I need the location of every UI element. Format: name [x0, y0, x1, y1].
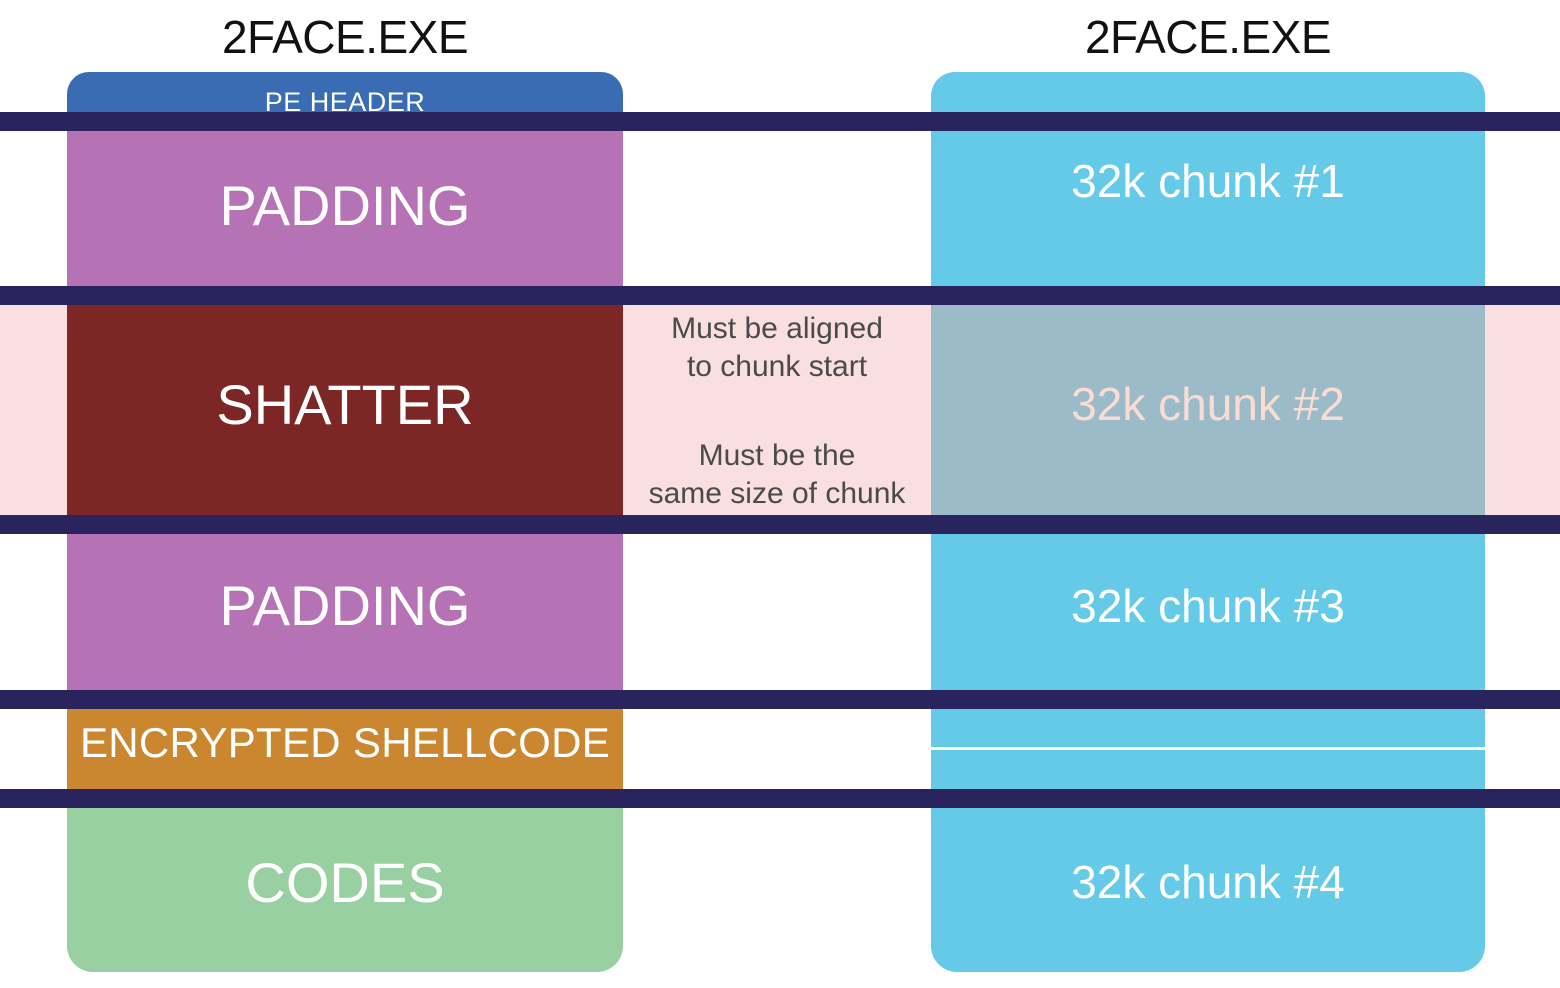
segment-chunk-4: 32k chunk #4 — [931, 792, 1485, 972]
right-column-title: 2FACE.EXE — [1084, 11, 1332, 63]
segment-chunk-2-overlay: 32k chunk #2 — [931, 290, 1485, 518]
diagram-canvas: 2FACE.EXE 2FACE.EXE PE HEADER PADDING SH… — [0, 0, 1560, 988]
segment-padding-bottom: PADDING — [67, 518, 623, 693]
alignment-rule-5 — [0, 789, 1560, 808]
chunk-boundary-hairline — [931, 747, 1485, 750]
segment-chunk-3: 32k chunk #3 — [931, 518, 1485, 693]
alignment-rule-3 — [0, 515, 1560, 534]
left-column-title: 2FACE.EXE — [221, 11, 469, 63]
segment-padding-top: PADDING — [67, 121, 623, 290]
alignment-rule-4 — [0, 690, 1560, 709]
annotation-group: Must be aligned to chunk start Must be t… — [623, 304, 931, 516]
segment-codes: CODES — [67, 792, 623, 972]
segment-chunk-1: 32k chunk #1 — [931, 72, 1485, 290]
alignment-rule-2 — [0, 286, 1560, 305]
annotation-aligned-to-chunk-start: Must be aligned to chunk start — [671, 312, 883, 383]
annotation-same-size-of-chunk: Must be the same size of chunk — [648, 439, 906, 510]
segment-shatter-overlay: SHATTER — [67, 290, 623, 518]
alignment-rule-1 — [0, 112, 1560, 131]
